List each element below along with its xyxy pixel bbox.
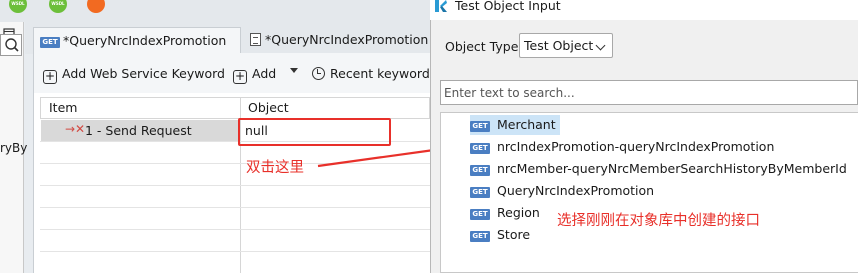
list-item[interactable]: GET Merchant [470, 115, 560, 135]
row-item-label: 1 - Send Request [85, 123, 192, 138]
row-divider [40, 207, 430, 208]
search-input[interactable] [440, 80, 858, 105]
plus-icon: + [233, 69, 247, 84]
clock-icon [312, 67, 325, 80]
list-item[interactable]: GET Region [470, 203, 540, 223]
tab-label: *QueryNrcIndexPromotion [265, 32, 429, 47]
list-item[interactable]: GET Store [470, 225, 530, 245]
annotation-select-interface: 选择刚刚在对象库中创建的接口 [557, 213, 760, 229]
get-badge: GET [470, 209, 490, 220]
row-divider [40, 185, 430, 186]
table-header [40, 97, 430, 119]
get-badge: GET [470, 165, 490, 176]
list-item[interactable]: GET nrcMember-queryNrcMemberSearchHistory… [470, 159, 847, 179]
search-icon [5, 38, 19, 52]
row-divider [40, 251, 430, 252]
dialog-title: Test Object Input [455, 0, 561, 13]
plus-icon: + [43, 69, 57, 84]
get-badge: GET [40, 37, 60, 48]
tab-label: *QueryNrcIndexPromotion [63, 33, 227, 48]
katalon-logo-icon [435, 0, 447, 12]
list-item[interactable]: GET QueryNrcIndexPromotion [470, 181, 654, 201]
get-badge: GET [470, 187, 490, 198]
list-item[interactable]: GET nrcIndexPromotion-queryNrcIndexPromot… [470, 137, 774, 157]
send-request-icon: →✕ [65, 122, 86, 136]
get-badge: GET [470, 143, 490, 154]
column-header-object[interactable]: Object [248, 100, 289, 115]
object-type-value: Test Object [524, 38, 594, 53]
get-badge: GET [470, 231, 490, 242]
chevron-down-icon[interactable] [290, 68, 298, 73]
sidebar-item-label[interactable]: ryBy [0, 141, 27, 155]
row-divider [40, 229, 430, 230]
tab-query-nrc-index-promotion-get[interactable]: GET *QueryNrcIndexPromotion [33, 27, 241, 53]
recent-keywords-button[interactable]: Recent keywords [312, 66, 436, 82]
test-case-icon [250, 33, 261, 46]
add-web-service-keyword-button[interactable]: + Add Web Service Keyword [43, 66, 225, 84]
annotation-double-click: 双击这里 [246, 160, 304, 176]
add-button[interactable]: + Add [233, 66, 276, 84]
annotation-arrow [317, 143, 446, 168]
object-type-label: Object Type [445, 39, 519, 54]
get-badge: GET [470, 121, 490, 132]
column-header-item[interactable]: Item [49, 100, 77, 115]
tab-query-nrc-index-promotion-test[interactable]: *QueryNrcIndexPromotion [244, 27, 430, 53]
search-button[interactable] [0, 34, 22, 56]
